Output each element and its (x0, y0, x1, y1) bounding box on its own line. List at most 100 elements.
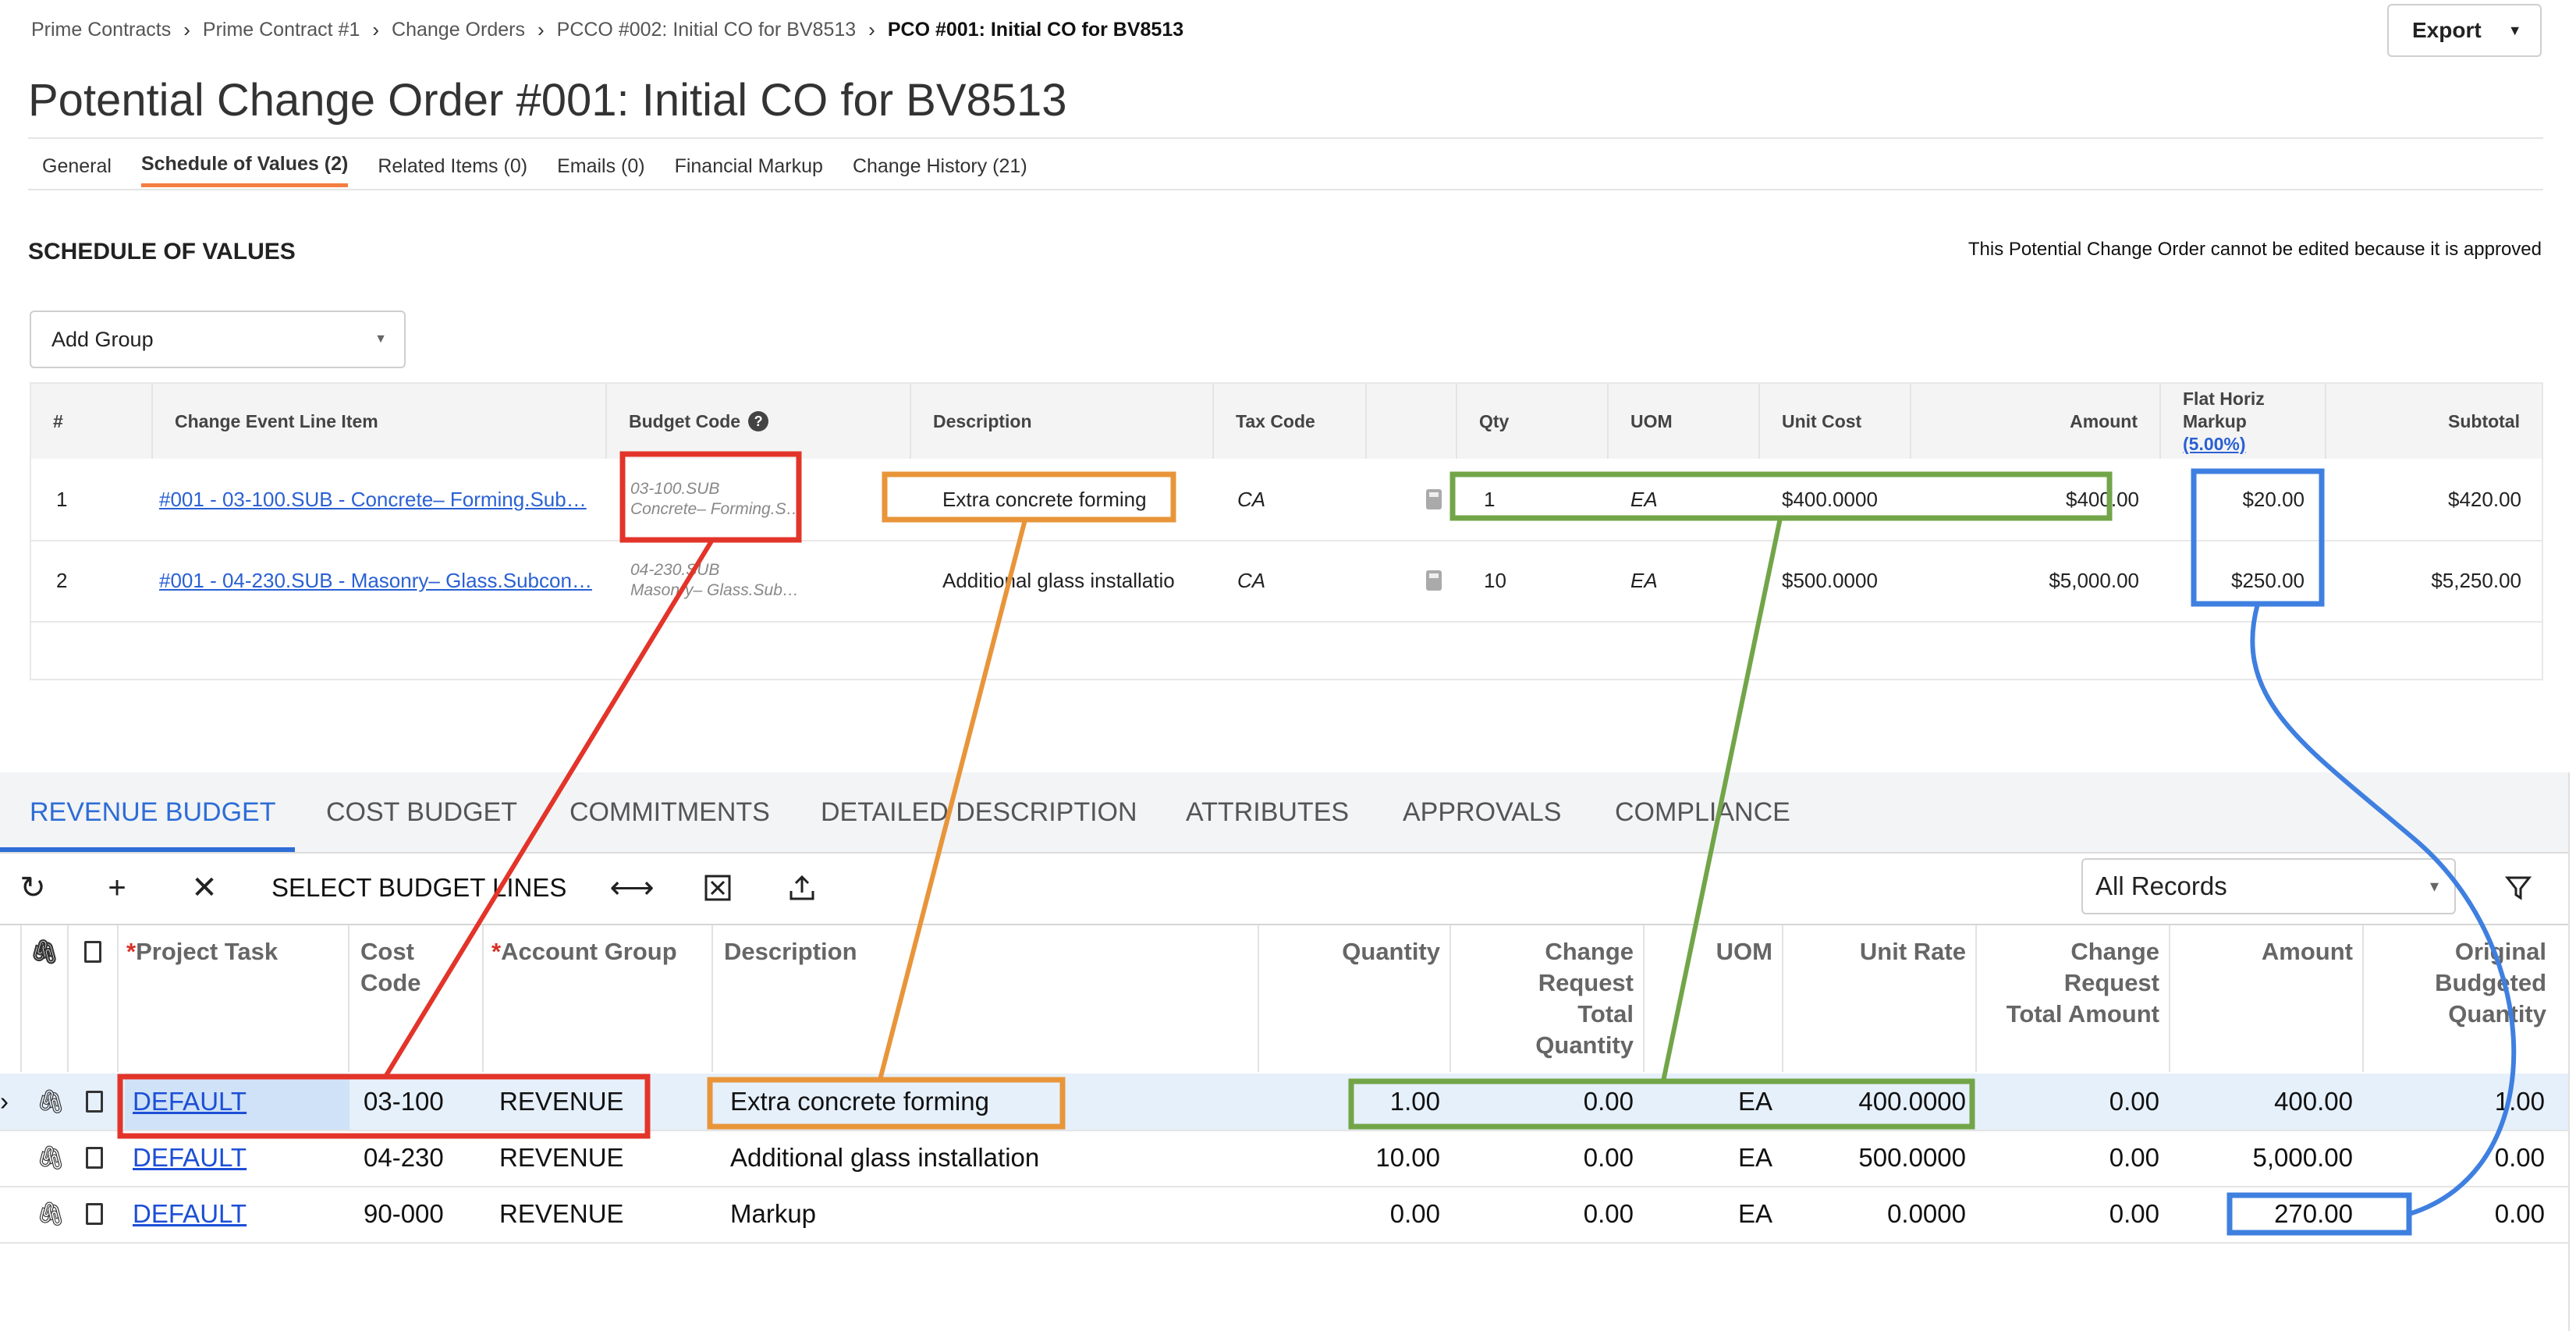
project-task-link[interactable]: DEFAULT (133, 1074, 247, 1130)
project-task-link-text[interactable]: DEFAULT (133, 1087, 247, 1116)
quantity-cell[interactable]: 10.00 (1259, 1130, 1440, 1186)
account-group-cell[interactable]: REVENUE (499, 1186, 624, 1242)
col-original-budgeted-quantity[interactable]: Original Budgeted Quantity (2364, 925, 2556, 1072)
breadcrumb-prime-contract-1[interactable]: Prime Contract #1 (203, 19, 360, 41)
col-description[interactable]: Description (713, 925, 1259, 1072)
divider (28, 137, 2543, 139)
export-excel-icon[interactable] (697, 866, 738, 910)
line-item-link[interactable]: #001 - 04-230.SUB - Masonry– Glass.Subco… (159, 540, 602, 621)
tab-related-items[interactable]: Related Items (0) (378, 145, 527, 187)
breadcrumb-prime-contracts[interactable]: Prime Contracts (31, 19, 171, 41)
upload-glyph (789, 875, 814, 900)
chevron-right-icon: › (372, 17, 380, 41)
col-project-task[interactable]: *Project Task (119, 925, 349, 1072)
table-row[interactable]: 🖇 DEFAULT 90-000 REVENUE Markup 0.00 0.0… (0, 1186, 2568, 1244)
line-item-link-text[interactable]: #001 - 04-230.SUB - Masonry– Glass.Subco… (159, 569, 592, 593)
amount-cell[interactable]: 5,000.00 (2170, 1130, 2353, 1186)
project-task-link[interactable]: DEFAULT (133, 1186, 247, 1242)
col-change-request-total-amount[interactable]: Change Request Total Amount (1977, 925, 2170, 1072)
col-quantity[interactable]: Quantity (1259, 925, 1451, 1072)
cost-code-cell[interactable]: 90-000 (364, 1186, 444, 1242)
tab-cost-budget[interactable]: COST BUDGET (326, 772, 517, 852)
tab-emails[interactable]: Emails (0) (557, 145, 645, 187)
tab-general[interactable]: General (42, 145, 112, 187)
section-heading: SCHEDULE OF VALUES (28, 239, 296, 264)
fit-columns-icon[interactable]: ⟷ (609, 866, 654, 910)
col-cost-code[interactable]: Cost Code (349, 925, 484, 1072)
delete-row-icon[interactable]: ✕ (184, 866, 225, 910)
uom-cell[interactable]: EA (1645, 1186, 1772, 1242)
tab-attributes[interactable]: ATTRIBUTES (1186, 772, 1349, 852)
note-header-icon (69, 925, 119, 1072)
document-icon (86, 1203, 103, 1225)
markup-percent-link[interactable]: (5.00%) (2183, 433, 2246, 456)
project-task-link-text[interactable]: DEFAULT (133, 1199, 247, 1229)
required-marker: * (491, 938, 502, 965)
tab-schedule-of-values[interactable]: Schedule of Values (2) (140, 145, 349, 187)
filter-icon[interactable] (2498, 866, 2539, 910)
cost-code-cell[interactable]: 04-230 (364, 1130, 444, 1186)
description-cell[interactable]: Extra concrete forming (730, 1074, 989, 1130)
project-task-link-text[interactable]: DEFAULT (133, 1143, 247, 1173)
breadcrumb-change-orders[interactable]: Change Orders (392, 19, 525, 41)
paperclip-icon[interactable]: 🖇 (36, 1130, 66, 1186)
row-selector-header-icon (0, 925, 22, 1072)
account-group-cell[interactable]: REVENUE (499, 1130, 624, 1186)
line-item-link-text[interactable]: #001 - 03-100.SUB - Concrete– Forming.Su… (159, 488, 587, 512)
export-button[interactable]: Export ▼ (2387, 4, 2542, 57)
paperclip-icon[interactable]: 🖇 (36, 1074, 66, 1130)
uom-cell[interactable]: EA (1645, 1074, 1772, 1130)
amount-cell: $400.00 (2066, 487, 2139, 511)
note-icon[interactable] (86, 1186, 103, 1242)
project-task-link[interactable]: DEFAULT (133, 1130, 247, 1186)
refresh-icon[interactable]: ↻ (12, 866, 53, 910)
tab-change-history[interactable]: Change History (21) (853, 145, 1027, 187)
quantity-cell[interactable]: 0.00 (1259, 1186, 1440, 1242)
col-uom[interactable]: UOM (1645, 925, 1783, 1072)
note-icon[interactable] (86, 1130, 103, 1186)
records-filter-select[interactable]: All Records ▾ (2081, 858, 2456, 914)
paperclip-icon[interactable]: 🖇 (36, 1186, 66, 1242)
select-budget-lines-button[interactable]: SELECT BUDGET LINES (271, 866, 566, 910)
tab-compliance[interactable]: COMPLIANCE (1615, 772, 1790, 852)
tab-approvals[interactable]: APPROVALS (1403, 772, 1561, 852)
amount-cell[interactable]: 270.00 (2170, 1186, 2353, 1242)
cr-total-qty-cell: 0.00 (1583, 1199, 1634, 1228)
col-project-task-label: Project Task (136, 938, 279, 965)
note-icon[interactable] (86, 1074, 103, 1130)
table-row[interactable]: 🖇 DEFAULT 04-230 REVENUE Additional glas… (0, 1130, 2568, 1187)
account-group-cell[interactable]: REVENUE (499, 1074, 624, 1130)
unit-rate-cell[interactable]: 0.0000 (1783, 1186, 1966, 1242)
tab-commitments[interactable]: COMMITMENTS (569, 772, 770, 852)
cr-total-amount-cell: 0.00 (2109, 1199, 2159, 1228)
description-cell[interactable]: Additional glass installation (730, 1130, 1039, 1186)
tax-code-cell: CA (1237, 568, 1266, 592)
description-cell: Additional glass installatio (942, 568, 1175, 592)
help-icon[interactable]: ? (748, 411, 769, 431)
col-unit-rate[interactable]: Unit Rate (1783, 925, 1977, 1072)
col-qty: Qty (1457, 384, 1609, 459)
col-account-group[interactable]: *Account Group (484, 925, 713, 1072)
tab-revenue-budget[interactable]: REVENUE BUDGET (30, 772, 276, 852)
quantity-cell[interactable]: 1.00 (1259, 1074, 1440, 1130)
table-row: 1 #001 - 03-100.SUB - Concrete– Forming.… (31, 459, 2542, 541)
tab-detailed-description[interactable]: DETAILED DESCRIPTION (821, 772, 1137, 852)
table-row[interactable]: › 🖇 DEFAULT 03-100 REVENUE Extra concret… (0, 1074, 2568, 1131)
calculator-icon[interactable] (1426, 540, 1442, 621)
unit-rate-cell[interactable]: 400.0000 (1783, 1074, 1966, 1130)
cost-code-cell[interactable]: 03-100 (364, 1074, 444, 1130)
col-change-request-total-quantity[interactable]: Change Request Total Quantity (1451, 925, 1645, 1072)
amount-cell[interactable]: 400.00 (2170, 1074, 2353, 1130)
col-amount[interactable]: Amount (2170, 925, 2364, 1072)
add-row-icon[interactable]: + (97, 866, 137, 910)
tab-financial-markup[interactable]: Financial Markup (675, 145, 823, 187)
uom-cell[interactable]: EA (1645, 1130, 1772, 1186)
breadcrumb-pcco[interactable]: PCCO #002: Initial CO for BV8513 (557, 19, 857, 41)
calculator-icon[interactable] (1426, 459, 1442, 540)
line-item-link[interactable]: #001 - 03-100.SUB - Concrete– Forming.Su… (159, 459, 602, 540)
upload-icon[interactable] (782, 866, 822, 910)
description-cell[interactable]: Markup (730, 1186, 816, 1242)
add-group-select[interactable]: Add Group ▼ (30, 311, 406, 368)
tax-code-cell: CA (1237, 487, 1266, 511)
unit-rate-cell[interactable]: 500.0000 (1783, 1130, 1966, 1186)
